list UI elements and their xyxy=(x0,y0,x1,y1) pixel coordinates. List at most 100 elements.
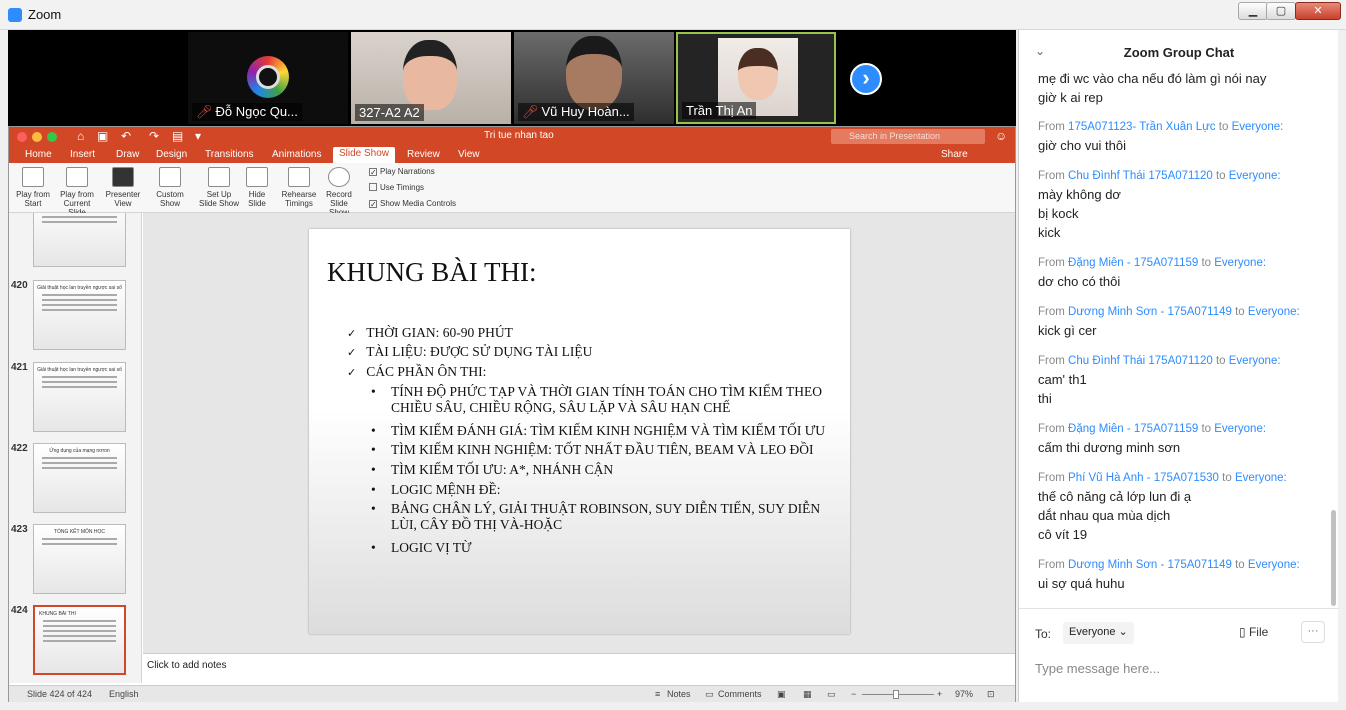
set-up-slide-show-button[interactable]: Set Up Slide Show xyxy=(197,167,241,208)
tab-home[interactable]: Home xyxy=(19,148,58,161)
use-timings-checkbox[interactable]: Use Timings xyxy=(369,183,424,192)
sender-name[interactable]: Chu Đìnhf Thái 175A071120 xyxy=(1068,170,1213,182)
file-button[interactable]: ▯ File xyxy=(1239,625,1268,639)
notes-toggle-button[interactable]: Notes xyxy=(667,689,691,699)
comment-icon[interactable]: ▭ xyxy=(705,689,714,700)
smiley-feedback-icon[interactable]: ☺ xyxy=(995,129,1007,143)
sender-name[interactable]: Phí Vũ Hà Anh - 175A071530 xyxy=(1068,472,1219,484)
message-header: From Đặng Miên - 175A071159 to Everyone: xyxy=(1038,257,1267,269)
play-from-current-button[interactable]: Play from Current Slide xyxy=(57,167,97,217)
play-from-start-button[interactable]: Play from Start xyxy=(15,167,51,208)
close-button[interactable]: ✕ xyxy=(1295,2,1341,20)
zoom-slider-handle[interactable] xyxy=(893,690,899,699)
share-button[interactable]: Share xyxy=(941,149,968,160)
slide-thumbnail-selected[interactable]: KHUNG BÀI THI xyxy=(33,605,126,675)
print-icon[interactable]: ▤ xyxy=(172,129,183,143)
participant-name: Đỗ Ngọc Qu... xyxy=(215,104,298,119)
slideshow-view-icon[interactable]: ▭ xyxy=(827,689,836,700)
show-media-controls-checkbox[interactable]: ✓ Show Media Controls xyxy=(369,199,456,209)
language-indicator[interactable]: English xyxy=(109,689,139,699)
rehearse-timings-button[interactable]: Rehearse Timings xyxy=(281,167,317,208)
tab-view[interactable]: View xyxy=(452,148,486,161)
search-input[interactable]: Search in Presentation xyxy=(831,129,985,144)
slide-thumbnail[interactable]: TỔNG KẾT MÔN HỌC xyxy=(33,524,126,594)
tab-slide-show[interactable]: Slide Show xyxy=(333,147,396,163)
fit-to-window-icon[interactable]: ⊡ xyxy=(987,689,995,700)
sender-name[interactable]: Dương Minh Sơn - 175A071149 xyxy=(1068,559,1232,571)
notes-toggle-icon[interactable]: ≡ xyxy=(655,689,660,699)
sender-name[interactable]: Dương Minh Sơn - 175A071149 xyxy=(1068,306,1232,318)
shared-screen-powerpoint: ⌂ ▣ ↶ ↷ ▤ ▾ Tri tue nhan tao Search in P… xyxy=(8,126,1016,702)
maximize-button[interactable]: ▢ xyxy=(1266,2,1296,20)
next-participants-button[interactable]: › xyxy=(850,63,882,95)
participant-tile[interactable]: 327-A2 A2 xyxy=(351,32,511,124)
undo-icon[interactable]: ↶ xyxy=(121,129,131,143)
zoom-in-icon[interactable]: + xyxy=(937,689,942,699)
sender-name[interactable]: Chu Đìnhf Thái 175A071120 xyxy=(1068,355,1213,367)
slide-thumbnail[interactable]: Ứng dụng của mạng nơron xyxy=(33,443,126,513)
play-narrations-checkbox[interactable]: ✓ Play Narrations xyxy=(369,167,435,177)
participant-name: Vũ Huy Hoàn... xyxy=(541,104,630,119)
slide-sub-bullet: • TÌM KIẾM TỐI ƯU: A*, NHÁNH CẬN xyxy=(371,462,614,477)
comments-toggle-button[interactable]: Comments xyxy=(718,689,762,699)
checked-icon: ✓ xyxy=(369,168,377,177)
participant-tile[interactable]: 🎤︎ Vũ Huy Hoàn... xyxy=(514,32,674,124)
current-slide[interactable]: KHUNG BÀI THI: ✓ THỜI GIAN: 60-90 PHÚT ✓ T… xyxy=(309,229,850,634)
message-text: mày không dơ xyxy=(1038,187,1121,202)
more-options-button[interactable]: ··· xyxy=(1301,621,1325,643)
message-text: giờ k ai rep xyxy=(1038,90,1103,105)
message-text: cam' th1 xyxy=(1038,372,1087,387)
home-icon[interactable]: ⌂ xyxy=(77,129,84,143)
message-input[interactable]: Type message here... xyxy=(1035,661,1160,676)
message-text: cấm thi dương minh sơn xyxy=(1038,440,1181,455)
save-icon[interactable]: ▣ xyxy=(97,129,108,143)
participant-tile[interactable]: 🎤︎ Đỗ Ngọc Qu... xyxy=(188,32,348,124)
normal-view-icon[interactable]: ▣ xyxy=(777,689,786,700)
slide-sorter-icon[interactable]: ▦ xyxy=(803,689,812,700)
tab-transitions[interactable]: Transitions xyxy=(199,148,260,161)
slide-thumbnail[interactable]: Giải thuật học lan truyền ngược sai số xyxy=(33,280,126,350)
sender-name[interactable]: Đặng Miên - 175A071159 xyxy=(1068,257,1198,269)
play-icon xyxy=(22,167,44,187)
chat-scrollbar[interactable] xyxy=(1331,510,1336,606)
tab-insert[interactable]: Insert xyxy=(64,148,101,161)
to-label: To: xyxy=(1035,627,1052,641)
mac-close-button[interactable] xyxy=(17,132,27,142)
presenter-view-button[interactable]: Presenter View xyxy=(103,167,143,208)
sender-name[interactable]: 175A071123- Trần Xuân Lực xyxy=(1068,121,1216,133)
message-text: thế cô năng cả lớp lun đi ạ xyxy=(1038,489,1192,504)
ppt-titlebar: ⌂ ▣ ↶ ↷ ▤ ▾ Tri tue nhan tao Search in P… xyxy=(9,127,1015,147)
custom-show-button[interactable]: Custom Show xyxy=(153,167,187,208)
record-icon xyxy=(328,167,350,187)
slide-bullet: ✓ CÁC PHẦN ÔN THI: xyxy=(347,364,487,379)
redo-icon[interactable]: ↷ xyxy=(149,129,159,143)
zoom-out-icon[interactable]: − xyxy=(851,689,856,699)
mac-zoom-button[interactable] xyxy=(47,132,57,142)
file-icon: ▯ xyxy=(1239,625,1246,639)
participant-name: Trần Thị An xyxy=(682,102,757,119)
minimize-button[interactable]: ▁ xyxy=(1238,2,1268,20)
message-header: From Dương Minh Sơn - 175A071149 to Ever… xyxy=(1038,306,1300,318)
slide-thumbnail[interactable]: Giải thuật học lan truyền ngược sai số xyxy=(33,362,126,432)
tab-design[interactable]: Design xyxy=(150,148,193,161)
slide-thumbnail[interactable] xyxy=(33,213,126,267)
recipient-dropdown[interactable]: Everyone ⌄ xyxy=(1063,622,1134,644)
tab-animations[interactable]: Animations xyxy=(266,148,327,161)
record-slide-show-button[interactable]: Record Slide Show xyxy=(319,167,359,217)
chat-panel: ⌄ Zoom Group Chat mẹ đi wc vào cha nếu đ… xyxy=(1018,30,1339,702)
chevron-down-icon: ⌄ xyxy=(1118,626,1128,638)
participant-tile-active-speaker[interactable]: Trần Thị An xyxy=(676,32,836,124)
hide-slide-button[interactable]: Hide Slide xyxy=(245,167,269,208)
participant-video xyxy=(566,36,622,110)
sender-name[interactable]: Đặng Miên - 175A071159 xyxy=(1068,423,1198,435)
tab-draw[interactable]: Draw xyxy=(110,148,145,161)
mac-minimize-button[interactable] xyxy=(32,132,42,142)
zoom-level[interactable]: 97% xyxy=(955,689,973,699)
ribbon-tabs: Home Insert Draw Design Transitions Anim… xyxy=(9,147,1015,163)
message-text: ui sợ quá huhu xyxy=(1038,576,1125,591)
document-title: Tri tue nhan tao xyxy=(484,130,554,141)
tab-review[interactable]: Review xyxy=(401,148,446,161)
message-text: bị kock xyxy=(1038,206,1079,221)
customize-toolbar-icon[interactable]: ▾ xyxy=(195,129,201,143)
notes-pane[interactable]: Click to add notes xyxy=(143,653,1015,683)
